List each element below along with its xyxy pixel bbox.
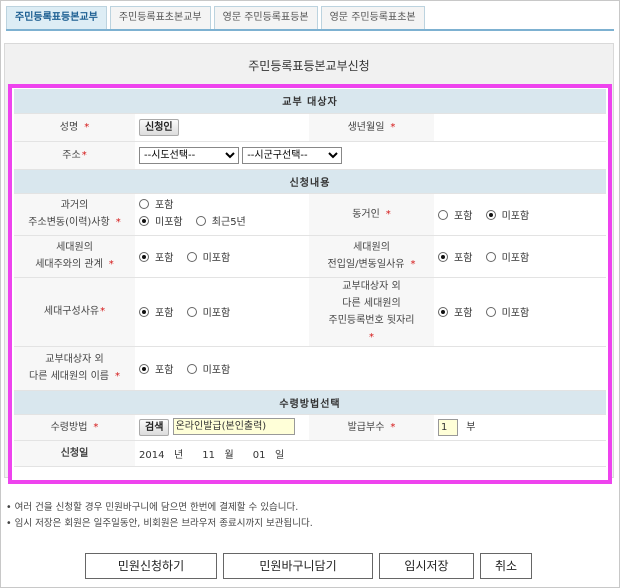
add-to-basket-button[interactable]: 민원바구니담기: [223, 553, 373, 579]
application-form: 교부 대상자 성명 * 신청인 생년월일 * 주소* --시도선택-- --시군구선…: [14, 89, 606, 467]
radio-icon: [438, 209, 448, 220]
relation-label: 세대원의 세대주와의 관계 *: [14, 235, 135, 278]
applicant-button[interactable]: 신청인: [139, 118, 179, 136]
movein-exclude-option[interactable]: 미포함: [485, 249, 529, 264]
tab-bar: 주민등록표등본교부 주민등록표초본교부 영문 주민등록표등본 영문 주민등록표초…: [6, 6, 428, 30]
section-title-receive: 수령방법선택: [14, 390, 606, 415]
birth-label: 생년월일 *: [309, 113, 434, 142]
tab-english-register-abstract[interactable]: 영문 주민등록표초본: [320, 6, 425, 29]
history-label: 과거의 주소변동(이력)사항 *: [14, 193, 135, 236]
radio-selected-icon: [438, 307, 448, 317]
other-names-exclude-option[interactable]: 미포함: [186, 361, 230, 376]
copies-unit: 부: [466, 422, 476, 434]
composition-exclude-option[interactable]: 미포함: [186, 304, 230, 319]
temporary-save-button[interactable]: 임시저장: [379, 553, 474, 579]
other-names-label: 교부대상자 외 다른 세대원의 이름 *: [14, 346, 135, 391]
cohabitant-include-option[interactable]: 포함: [438, 207, 472, 222]
sigungu-select[interactable]: --시군구선택--: [242, 146, 343, 164]
notice-list: • 여러 건을 신청할 경우 민원바구니에 담으면 한번에 결제할 수 있습니다…: [6, 500, 313, 532]
tab-english-register-copy[interactable]: 영문 주민등록표등본: [213, 6, 318, 29]
radio-icon: [485, 307, 496, 317]
radio-selected-icon: [139, 251, 149, 262]
composition-label: 세대구성사유*: [14, 277, 135, 347]
radio-selected-icon: [438, 251, 448, 262]
radio-icon: [195, 216, 206, 226]
name-label: 성명 *: [14, 113, 135, 142]
action-bar: 민원신청하기 민원바구니담기 임시저장 취소: [85, 553, 538, 579]
page-title: 주민등록표등본교부신청: [248, 59, 370, 73]
sido-select[interactable]: --시도선택--: [139, 146, 239, 164]
history-exclude-option[interactable]: 미포함: [139, 214, 183, 231]
section-content: 신청내용: [14, 169, 606, 194]
other-reg-include-option[interactable]: 포함: [438, 304, 472, 319]
history-include-option[interactable]: 포함: [139, 197, 173, 214]
highlight-box: 교부 대상자 성명 * 신청인 생년월일 * 주소* --시도선택-- --시군구선…: [8, 84, 612, 484]
radio-selected-icon: [139, 216, 149, 226]
submit-application-button[interactable]: 민원신청하기: [85, 553, 217, 579]
composition-include-option[interactable]: 포함: [139, 304, 173, 319]
radio-selected-icon: [139, 307, 149, 317]
radio-icon: [186, 307, 197, 317]
relation-exclude-option[interactable]: 미포함: [186, 249, 230, 264]
method-label: 수령방법 *: [14, 414, 135, 441]
copies-input[interactable]: 1: [438, 418, 458, 436]
section-receive: 수령방법선택: [14, 390, 606, 415]
notice-item: • 임시 저장은 회원은 일주일동안, 비회원은 브라우저 종료시까지 보관됩니…: [6, 518, 313, 529]
other-reg-exclude-option[interactable]: 미포함: [485, 304, 529, 319]
copies-label: 발급부수 *: [309, 414, 434, 441]
other-reg-label: 교부대상자 외 다른 세대원의 주민등록번호 뒷자리 *: [309, 277, 434, 347]
section-title-content: 신청내용: [14, 169, 606, 194]
address-label: 주소*: [14, 141, 135, 170]
cancel-button[interactable]: 취소: [480, 553, 532, 579]
method-search-button[interactable]: 검색: [139, 418, 170, 436]
method-value-field[interactable]: 온라인발급(본인출력): [172, 418, 295, 436]
radio-icon: [186, 363, 197, 374]
tab-underline: [6, 29, 614, 31]
cohabitant-exclude-option[interactable]: 미포함: [485, 207, 529, 222]
tab-resident-register-copy[interactable]: 주민등록표등본교부: [6, 6, 107, 30]
tab-resident-register-abstract[interactable]: 주민등록표초본교부: [109, 6, 211, 29]
cohabitant-label: 동거인 *: [309, 193, 434, 236]
notice-item: • 여러 건을 신청할 경우 민원바구니에 담으면 한번에 결제할 수 있습니다…: [6, 502, 299, 513]
radio-icon: [485, 251, 496, 262]
movein-include-option[interactable]: 포함: [438, 249, 472, 264]
radio-selected-icon: [485, 209, 496, 220]
section-target: 교부 대상자: [14, 89, 606, 114]
radio-icon: [186, 251, 197, 262]
movein-label: 세대원의 전입일/변동일사유 *: [309, 235, 434, 278]
date-value: 2014 년 11 월 01 일: [135, 440, 606, 467]
radio-selected-icon: [139, 363, 149, 374]
date-label: 신청일: [14, 440, 135, 467]
other-names-include-option[interactable]: 포함: [139, 361, 173, 376]
history-recent5-option[interactable]: 최근5년: [195, 214, 246, 231]
birth-value: [434, 113, 606, 142]
section-title-target: 교부 대상자: [14, 89, 606, 114]
relation-include-option[interactable]: 포함: [139, 249, 173, 264]
radio-icon: [139, 199, 149, 209]
